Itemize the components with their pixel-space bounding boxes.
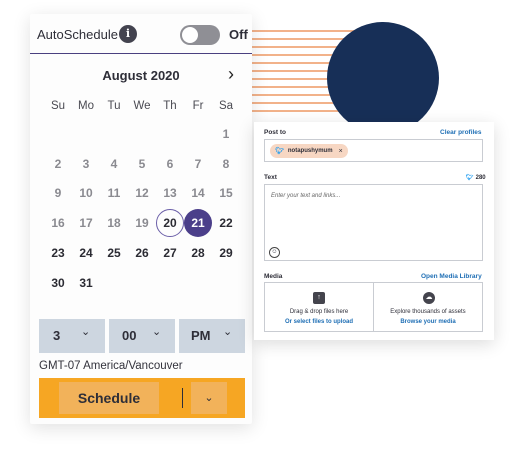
chevron-down-icon: ⌄ [223,326,233,338]
hour-value: 3 [53,328,61,343]
profile-chip[interactable]: 🐦︎ notapushymum × [270,144,348,158]
calendar-week: 2345678 [44,150,240,178]
chevron-down-icon: ⌄ [204,392,214,404]
calendar-day[interactable]: 26 [128,239,156,267]
calendar-day[interactable]: 20 [156,209,184,238]
calendar-day[interactable]: 25 [100,239,128,267]
calendar-week: 23 24 25 26 27 28 29 [44,239,240,267]
upload-text: Drag & drop files here [289,309,349,315]
autoschedule-toggle[interactable] [180,25,220,45]
browse-text: Explore thousands of assets [390,309,466,315]
profile-chip-label: notapushymum [287,148,333,154]
calendar-day[interactable]: 13 [156,179,184,207]
text-label: Text [264,174,277,181]
media-label: Media [264,273,283,280]
calendar-day[interactable]: 5 [128,150,156,178]
weekday-label: Fr [192,100,204,112]
char-count: 🐦︎ 280 [466,174,486,181]
calendar-day[interactable]: 24 [72,239,100,267]
month-title: August 2020 [102,68,180,83]
calendar-day[interactable]: 15 [212,179,240,207]
calendar-day[interactable]: 3 [72,150,100,178]
calendar-day[interactable]: 29 [212,239,240,267]
calendar-day[interactable]: 4 [100,150,128,178]
decor-circle [327,22,439,134]
weekday-label: We [133,100,151,112]
cloud-icon: ☁ [423,292,435,304]
calendar-day[interactable]: 28 [184,239,212,267]
composer-card: Post to Clear profiles 🐦︎ notapushymum ×… [254,122,494,340]
weekday-label: Mo [78,100,94,112]
calendar-day[interactable]: 17 [72,209,100,237]
calendar-day[interactable]: 11 [100,179,128,207]
toggle-state-label: Off [229,27,248,42]
calendar-day[interactable]: 6 [156,150,184,178]
scheduler-card: AutoSchedule i Off August 2020 › Su Mo Tu W… [30,14,252,424]
close-icon[interactable]: × [339,148,343,155]
chevron-down-icon: ⌄ [152,326,162,338]
calendar-day[interactable]: 7 [184,150,212,178]
calendar-day[interactable]: 22 [212,209,240,237]
chevron-right-icon[interactable]: › [223,65,239,85]
calendar-day[interactable]: 30 [44,269,72,297]
schedule-button[interactable]: Schedule [59,382,159,414]
twitter-icon: 🐦︎ [275,148,284,155]
schedule-options-button[interactable]: ⌄ [191,382,227,414]
media-dropzone[interactable]: ↑ Drag & drop files here Or select files… [264,282,483,332]
emoji-icon[interactable]: ☺ [269,247,280,258]
calendar-day[interactable]: 12 [128,179,156,207]
post-to-label: Post to [264,129,287,136]
weekday-header: Su Mo Tu We Th Fr Sa [44,100,240,112]
calendar-day[interactable]: 19 [128,209,156,237]
calendar-day[interactable]: 23 [44,239,72,267]
scheduler-header: AutoSchedule i Off [30,14,252,54]
info-icon[interactable]: i [119,25,137,43]
weekday-label: Tu [107,100,121,112]
calendar-day[interactable]: 27 [156,239,184,267]
calendar-day[interactable]: 1 [212,120,240,148]
calendar-day[interactable]: 18 [100,209,128,237]
autoschedule-label: AutoSchedule [37,27,118,42]
ampm-select[interactable]: PM ⌄ [179,319,245,353]
calendar-week: 9 10 11 12 13 14 15 [44,179,240,207]
calendar-day[interactable]: 2 [44,150,72,178]
char-count-value: 280 [475,175,486,181]
twitter-icon: 🐦︎ [466,175,474,181]
timezone-label: GMT-07 America/Vancouver [39,360,183,372]
calendar-day[interactable]: 10 [72,179,100,207]
weekday-label: Sa [218,100,234,112]
browse-media-link[interactable]: Browse your media [374,319,482,325]
upload-icon: ↑ [313,292,325,304]
minute-select[interactable]: 00 ⌄ [109,319,175,353]
text-placeholder: Enter your text and links... [271,193,341,199]
profile-selector[interactable]: 🐦︎ notapushymum × [264,139,483,162]
ampm-value: PM [191,328,211,343]
calendar-day[interactable]: 31 [72,269,100,297]
hour-select[interactable]: 3 ⌄ [39,319,105,353]
weekday-label: Th [163,100,177,112]
toggle-knob [182,27,198,43]
post-text-area[interactable]: Enter your text and links... ☺ [264,184,483,261]
calendar-day[interactable]: 9 [44,179,72,207]
open-media-library-link[interactable]: Open Media Library [421,273,482,280]
minute-value: 00 [122,328,137,343]
calendar-week: 30 31 [44,269,240,297]
select-files-link[interactable]: Or select files to upload [265,319,373,325]
chevron-down-icon: ⌄ [81,326,91,338]
calendar-week: 16 17 18 19 20 21 22 [44,209,240,238]
clear-profiles-link[interactable]: Clear profiles [440,129,482,136]
divider [182,388,183,408]
calendar-day[interactable]: 21 [184,209,212,238]
calendar-day[interactable]: 14 [184,179,212,207]
schedule-bar: Schedule ⌄ [39,378,245,418]
calendar-week: 1 [44,120,240,148]
calendar-day[interactable]: 16 [44,209,72,237]
weekday-label: Su [50,100,66,112]
calendar-day[interactable]: 8 [212,150,240,178]
